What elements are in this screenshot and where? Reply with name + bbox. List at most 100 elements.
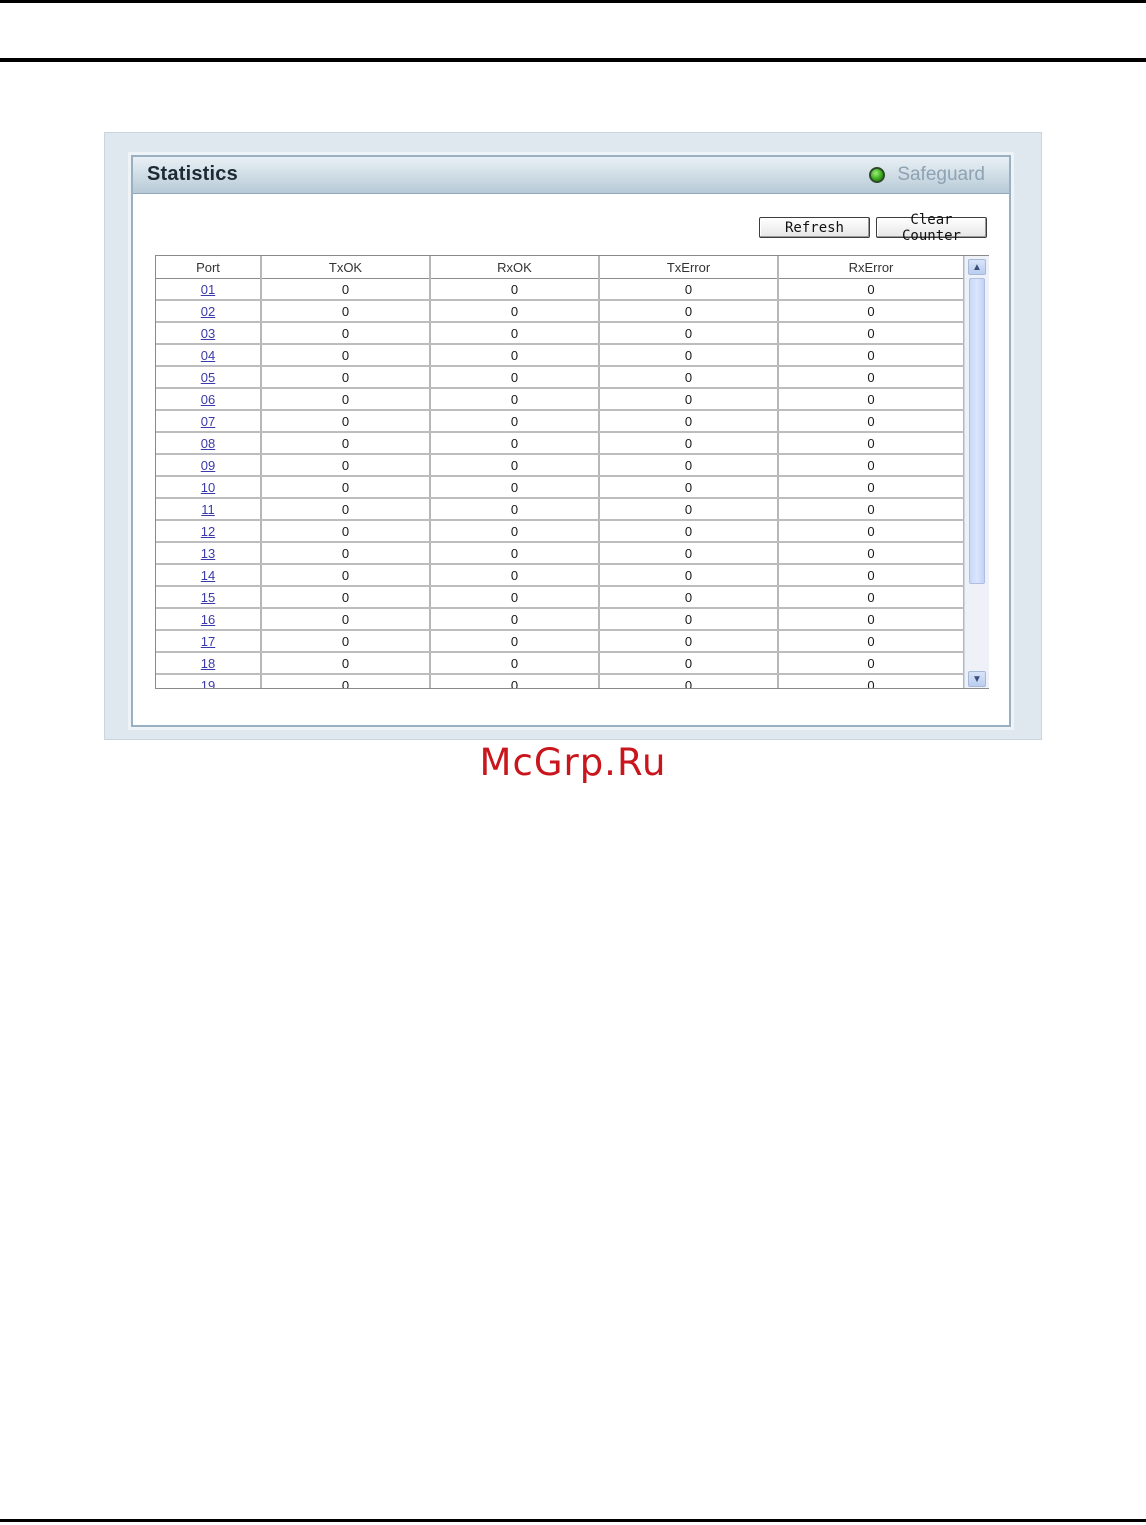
table-row: 14 0 0 0 0 [156, 564, 965, 587]
table-row: 11 0 0 0 0 [156, 498, 965, 521]
txerror-cell: 0 [599, 564, 779, 587]
txerror-cell: 0 [599, 454, 779, 477]
port-cell: 16 [156, 608, 262, 631]
port-cell: 18 [156, 652, 262, 675]
port-link[interactable]: 13 [201, 546, 215, 561]
txok-cell: 0 [261, 454, 431, 477]
port-cell: 02 [156, 300, 262, 323]
txerror-cell: 0 [599, 630, 779, 653]
port-link[interactable]: 01 [201, 282, 215, 297]
txok-cell: 0 [261, 542, 431, 565]
port-link[interactable]: 07 [201, 414, 215, 429]
port-link[interactable]: 02 [201, 304, 215, 319]
port-link[interactable]: 08 [201, 436, 215, 451]
bottom-rule [0, 1519, 1146, 1522]
rxok-cell: 0 [430, 652, 600, 675]
txerror-cell: 0 [599, 410, 779, 433]
rxok-cell: 0 [430, 278, 600, 301]
table-row: 10 0 0 0 0 [156, 476, 965, 499]
port-link[interactable]: 14 [201, 568, 215, 583]
rxerror-cell: 0 [778, 454, 965, 477]
txerror-cell: 0 [599, 608, 779, 631]
rxok-cell: 0 [430, 432, 600, 455]
txok-cell: 0 [261, 608, 431, 631]
txok-cell: 0 [261, 630, 431, 653]
vertical-scrollbar[interactable]: ▲ ▼ [964, 256, 989, 688]
port-link[interactable]: 09 [201, 458, 215, 473]
title-bar: Statistics Safeguard [133, 157, 1009, 194]
port-cell: 17 [156, 630, 262, 653]
chevron-up-icon[interactable]: ▲ [968, 259, 986, 275]
header-rule [0, 58, 1146, 62]
txerror-cell: 0 [599, 652, 779, 675]
txok-cell: 0 [261, 388, 431, 411]
port-link[interactable]: 06 [201, 392, 215, 407]
table-header-row: Port TxOK RxOK TxError RxError [156, 256, 965, 279]
txok-cell: 0 [261, 300, 431, 323]
table-row: 01 0 0 0 0 [156, 278, 965, 301]
port-link[interactable]: 12 [201, 524, 215, 539]
port-cell: 13 [156, 542, 262, 565]
rxok-cell: 0 [430, 586, 600, 609]
txok-cell: 0 [261, 366, 431, 389]
rxerror-cell: 0 [778, 542, 965, 565]
table-body: 01 0 0 0 0 02 0 0 0 0 03 0 0 0 0 04 0 0 0 0 05 0 0 0 0 06 0 0 0 0 07 0 0… [156, 278, 965, 689]
rxok-cell: 0 [430, 630, 600, 653]
port-link[interactable]: 19 [201, 678, 215, 689]
table-row: 05 0 0 0 0 [156, 366, 965, 389]
watermark: McGrp.Ru [479, 741, 667, 784]
rxok-cell: 0 [430, 344, 600, 367]
txerror-cell: 0 [599, 322, 779, 345]
rxerror-cell: 0 [778, 344, 965, 367]
table-row: 08 0 0 0 0 [156, 432, 965, 455]
rxok-cell: 0 [430, 410, 600, 433]
scrollbar-thumb[interactable] [969, 278, 985, 584]
clear-counter-button[interactable]: Clear Counter [876, 212, 987, 244]
rxok-cell: 0 [430, 366, 600, 389]
port-link[interactable]: 15 [201, 590, 215, 605]
port-link[interactable]: 11 [201, 502, 215, 517]
port-link[interactable]: 03 [201, 326, 215, 341]
rxerror-cell: 0 [778, 366, 965, 389]
column-header-rxok: RxOK [430, 256, 600, 279]
table-row: 02 0 0 0 0 [156, 300, 965, 323]
port-link[interactable]: 05 [201, 370, 215, 385]
port-cell: 01 [156, 278, 262, 301]
rxok-cell: 0 [430, 476, 600, 499]
table-row: 13 0 0 0 0 [156, 542, 965, 565]
refresh-button[interactable]: Refresh [759, 217, 870, 238]
rxerror-cell: 0 [778, 586, 965, 609]
rxok-cell: 0 [430, 520, 600, 543]
txerror-cell: 0 [599, 586, 779, 609]
port-link[interactable]: 18 [201, 656, 215, 671]
table-row: 18 0 0 0 0 [156, 652, 965, 675]
txok-cell: 0 [261, 278, 431, 301]
chevron-down-icon[interactable]: ▼ [968, 671, 986, 687]
table-row: 09 0 0 0 0 [156, 454, 965, 477]
txerror-cell: 0 [599, 278, 779, 301]
port-link[interactable]: 04 [201, 348, 215, 363]
safeguard-indicator: Safeguard [869, 164, 985, 186]
table-row: 15 0 0 0 0 [156, 586, 965, 609]
rxerror-cell: 0 [778, 432, 965, 455]
rxok-cell: 0 [430, 542, 600, 565]
port-link[interactable]: 10 [201, 480, 215, 495]
rxerror-cell: 0 [778, 278, 965, 301]
rxerror-cell: 0 [778, 410, 965, 433]
rxerror-cell: 0 [778, 652, 965, 675]
port-cell: 15 [156, 586, 262, 609]
rxerror-cell: 0 [778, 476, 965, 499]
statistics-table-container[interactable]: Port TxOK RxOK TxError RxError 01 0 0 0 0 02 0… [155, 255, 989, 689]
rxok-cell: 0 [430, 322, 600, 345]
port-link[interactable]: 16 [201, 612, 215, 627]
rxerror-cell: 0 [778, 630, 965, 653]
rxok-cell: 0 [430, 564, 600, 587]
rxerror-cell: 0 [778, 608, 965, 631]
port-link[interactable]: 17 [201, 634, 215, 649]
txerror-cell: 0 [599, 388, 779, 411]
table-row: 03 0 0 0 0 [156, 322, 965, 345]
table-row: 17 0 0 0 0 [156, 630, 965, 653]
port-cell: 09 [156, 454, 262, 477]
screenshot-frame: Statistics Safeguard Refresh Clear Count… [104, 132, 1042, 740]
rxok-cell: 0 [430, 498, 600, 521]
